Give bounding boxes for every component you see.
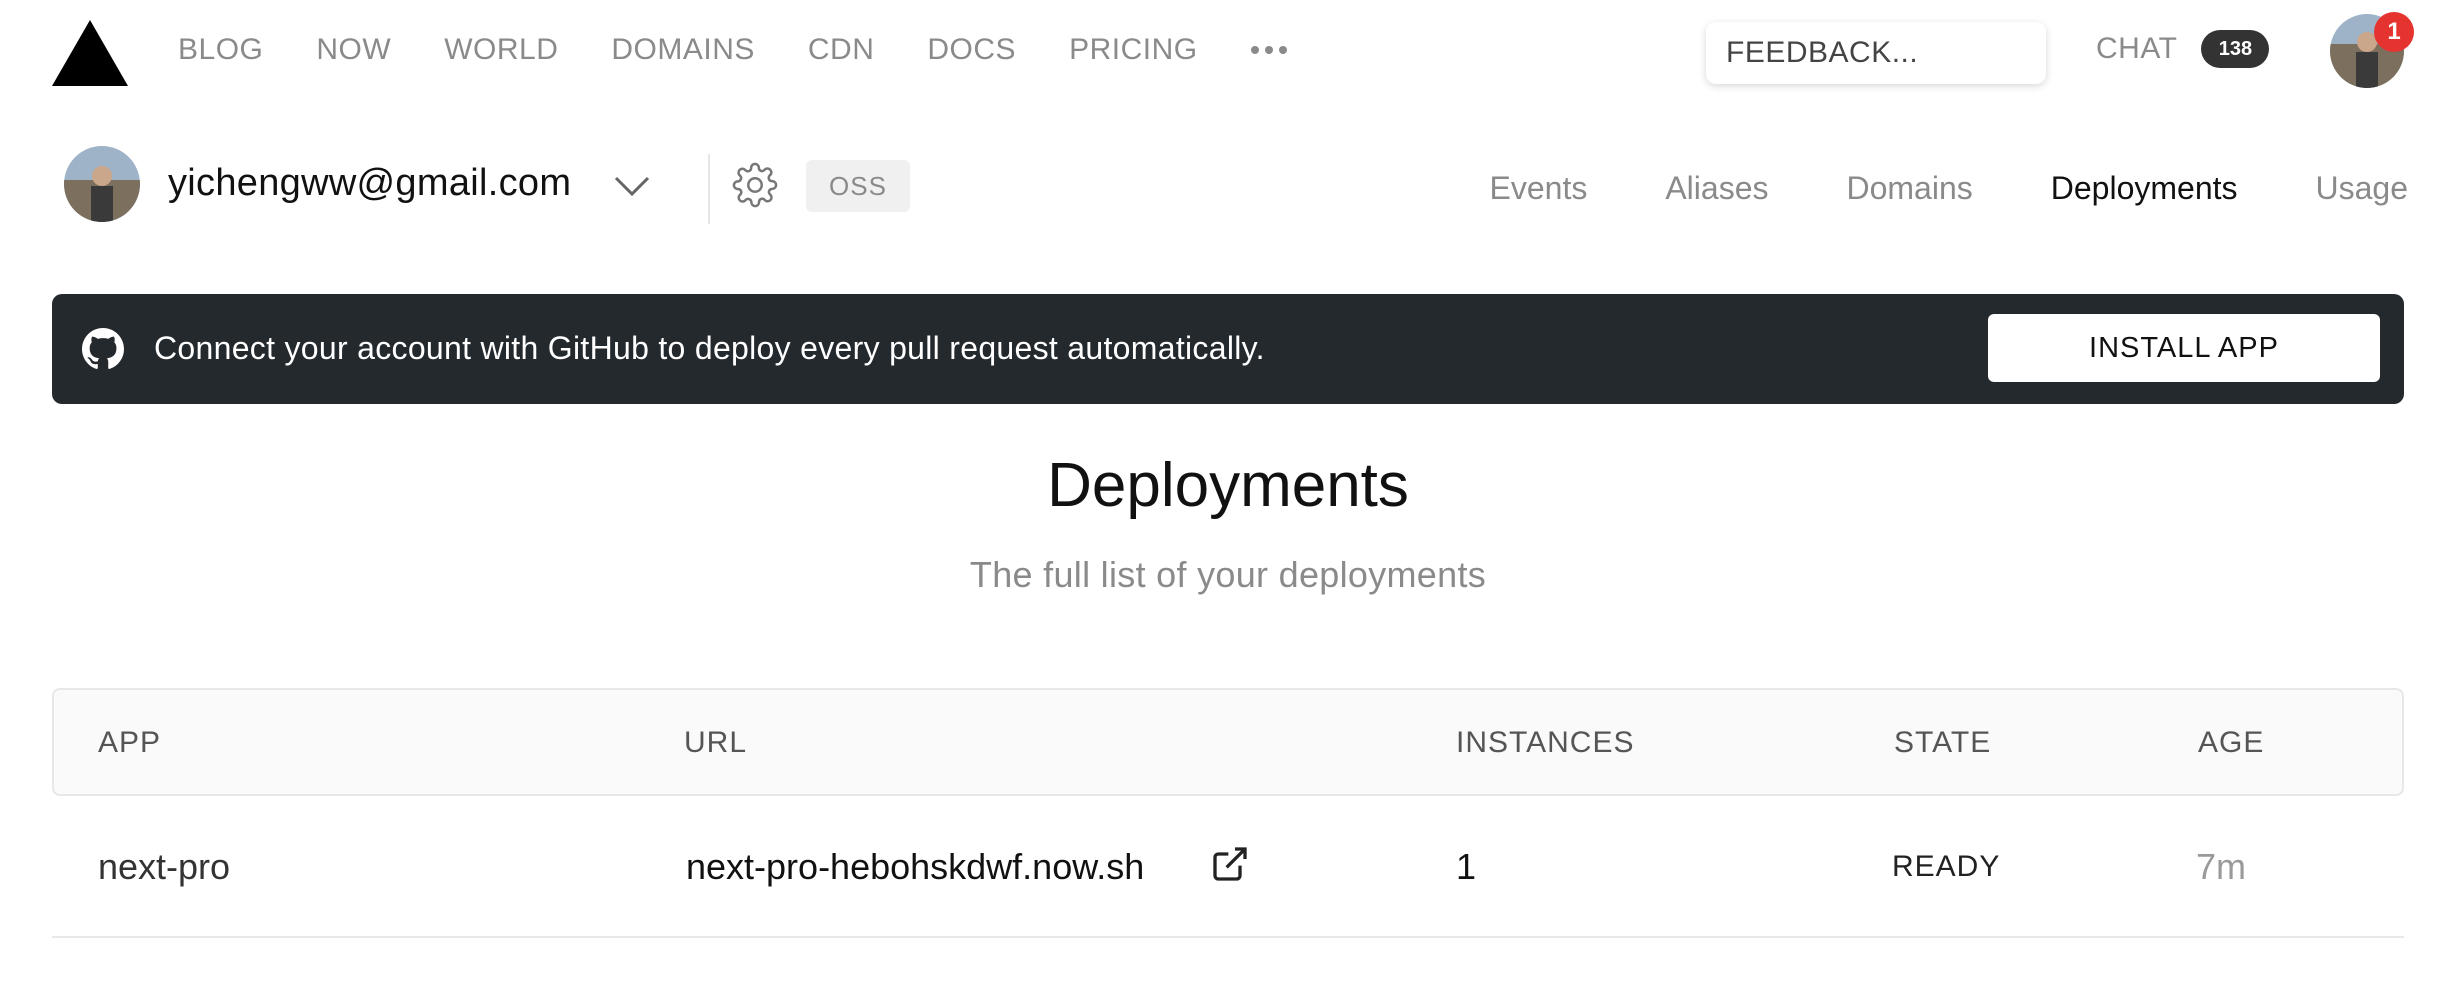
- tab-aliases[interactable]: Aliases: [1665, 170, 1768, 207]
- nav-link-blog[interactable]: BLOG: [178, 33, 263, 67]
- nav-link-domains[interactable]: DOMAINS: [611, 33, 755, 67]
- table-header: APP URL INSTANCES STATE AGE: [52, 688, 2404, 796]
- cell-instances: 1: [1456, 846, 1477, 887]
- tab-events[interactable]: Events: [1490, 170, 1588, 207]
- account-email[interactable]: yichengww@gmail.com: [168, 162, 571, 205]
- github-banner: Connect your account with GitHub to depl…: [52, 294, 2404, 404]
- tab-usage[interactable]: Usage: [2316, 170, 2409, 207]
- sub-nav: Events Aliases Domains Deployments Usage: [1412, 170, 2409, 207]
- banner-text: Connect your account with GitHub to depl…: [154, 330, 1265, 366]
- column-header-state[interactable]: STATE: [1894, 726, 1991, 760]
- table-row[interactable]: next-pro next-pro-hebohskdwf.now.sh 1 RE…: [52, 796, 2404, 938]
- install-app-button[interactable]: INSTALL APP: [1988, 314, 2380, 382]
- tab-domains[interactable]: Domains: [1846, 170, 1972, 207]
- column-header-url[interactable]: URL: [684, 726, 747, 760]
- chat-count-badge: 138: [2201, 30, 2270, 68]
- triangle-logo[interactable]: [52, 20, 128, 86]
- column-header-instances[interactable]: INSTANCES: [1456, 726, 1634, 760]
- nav-link-world[interactable]: WORLD: [444, 33, 558, 67]
- top-nav: BLOG NOW WORLD DOMAINS CDN DOCS PRICING …: [0, 0, 2456, 104]
- cell-age: 7m: [2196, 846, 2247, 887]
- github-icon: [82, 328, 124, 369]
- cell-state: READY: [1892, 850, 2001, 883]
- chevron-down-icon[interactable]: [612, 170, 652, 200]
- nav-link-pricing[interactable]: PRICING: [1069, 33, 1198, 67]
- nav-link-docs[interactable]: DOCS: [927, 33, 1016, 67]
- gear-icon[interactable]: [732, 162, 778, 208]
- notification-badge: 1: [2374, 12, 2414, 52]
- chat-label: CHAT: [2096, 32, 2178, 65]
- chat-link[interactable]: CHAT 138: [2096, 30, 2270, 68]
- account-avatar-image: [64, 146, 140, 222]
- account-bar: yichengww@gmail.com OSS Events Aliases D…: [0, 140, 2456, 230]
- nav-link-now[interactable]: NOW: [316, 33, 391, 67]
- avatar[interactable]: [64, 146, 140, 222]
- page-subtitle: The full list of your deployments: [969, 554, 1487, 595]
- column-header-age[interactable]: AGE: [2198, 726, 2264, 760]
- main-nav: BLOG NOW WORLD DOMAINS CDN DOCS PRICING: [178, 30, 1287, 70]
- more-icon[interactable]: [1250, 30, 1287, 70]
- feedback-input[interactable]: FEEDBACK...: [1706, 22, 2046, 84]
- column-header-app[interactable]: APP: [98, 726, 161, 760]
- divider: [708, 154, 710, 224]
- nav-link-cdn[interactable]: CDN: [808, 33, 875, 67]
- cell-app[interactable]: next-pro: [98, 846, 230, 888]
- page-title: Deployments: [1047, 451, 1409, 520]
- tab-deployments[interactable]: Deployments: [2051, 170, 2238, 207]
- cell-url[interactable]: next-pro-hebohskdwf.now.sh: [686, 846, 1144, 888]
- external-link-icon[interactable]: [1210, 844, 1250, 884]
- plan-badge: OSS: [806, 160, 910, 212]
